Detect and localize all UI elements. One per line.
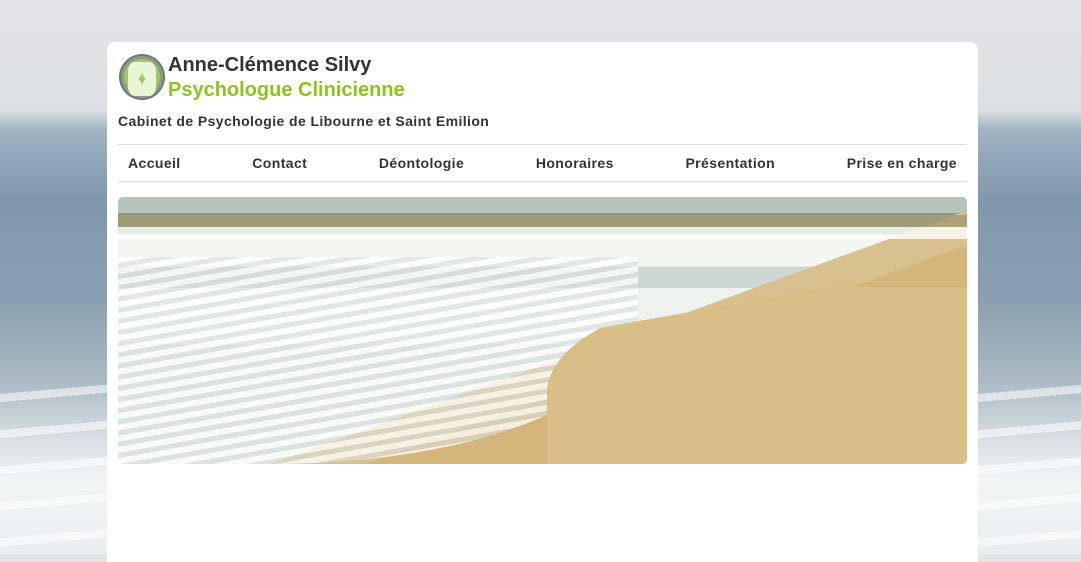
background-sea-left	[0, 380, 107, 554]
nav-item-accueil[interactable]: Accueil	[128, 155, 181, 171]
nav-item-prise-en-charge[interactable]: Prise en charge	[847, 155, 957, 171]
background-sea-right	[978, 380, 1081, 554]
hero-beach-image	[118, 197, 967, 464]
leaf-circle-logo[interactable]	[119, 54, 165, 100]
page-container: Anne-Clémence Silvy Psychologue Clinicie…	[107, 42, 978, 562]
hero-wave	[118, 215, 967, 249]
leaf-icon	[142, 78, 156, 96]
nav-item-honoraires[interactable]: Honoraires	[536, 155, 614, 171]
site-tagline: Cabinet de Psychologie de Libourne et Sa…	[118, 113, 490, 129]
main-navigation: Accueil Contact Déontologie Honoraires P…	[118, 144, 967, 182]
nav-item-presentation[interactable]: Présentation	[685, 155, 775, 171]
site-profession: Psychologue Clinicienne	[168, 79, 405, 101]
site-owner-name[interactable]: Anne-Clémence Silvy	[168, 54, 371, 77]
nav-item-contact[interactable]: Contact	[252, 155, 307, 171]
nav-item-deontologie[interactable]: Déontologie	[379, 155, 464, 171]
leaf-icon	[128, 78, 142, 96]
